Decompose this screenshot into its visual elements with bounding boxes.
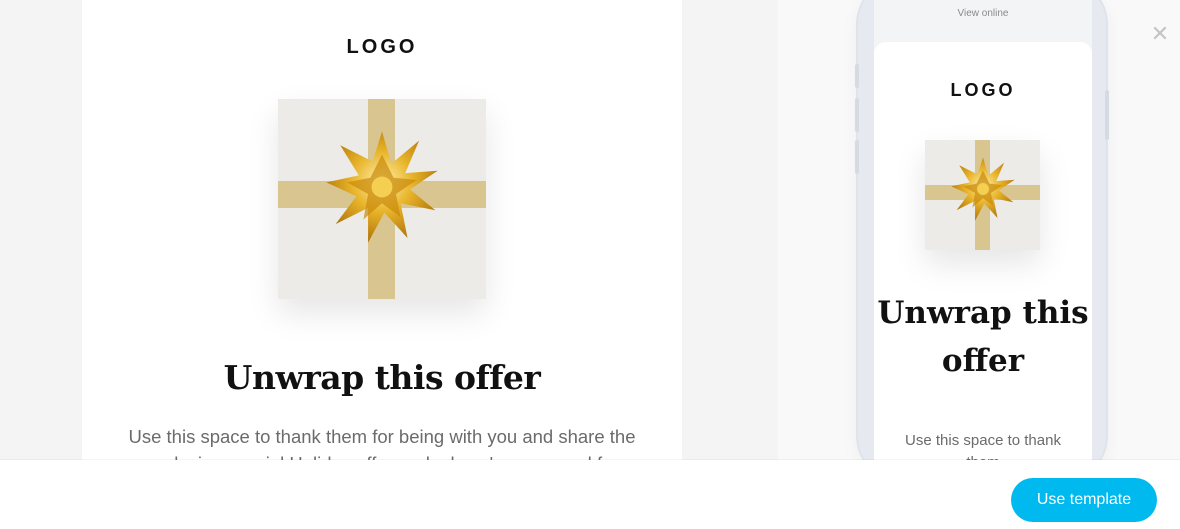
email-logo: LOGO [950,80,1016,100]
phone-side-button [855,98,859,132]
email-headline: Unwrap this offer [223,358,541,397]
close-icon[interactable]: ✕ [1150,23,1170,45]
email-logo: LOGO [346,36,418,58]
phone-side-button [855,140,859,174]
phone-mockup: View online LOGO Unwrap this offer Use t… [855,0,1109,480]
view-online-link[interactable]: View online [874,8,1092,19]
gold-bow-icon [951,157,1015,221]
footer-bar: Use template [0,460,1180,529]
gift-image [278,99,486,299]
email-headline: Unwrap this offer [877,295,1089,379]
mobile-email-preview: LOGO Unwrap this offer Use this space to… [874,42,1092,471]
phone-screen: View online LOGO Unwrap this offer Use t… [874,0,1092,471]
use-template-button[interactable]: Use template [1011,478,1157,522]
gift-image [925,140,1040,250]
phone-side-button [1105,90,1109,140]
desktop-email-preview: LOGO Unwrap this offer Use this space to… [82,0,682,510]
phone-side-button [855,64,859,88]
gold-bow-icon [326,131,438,243]
